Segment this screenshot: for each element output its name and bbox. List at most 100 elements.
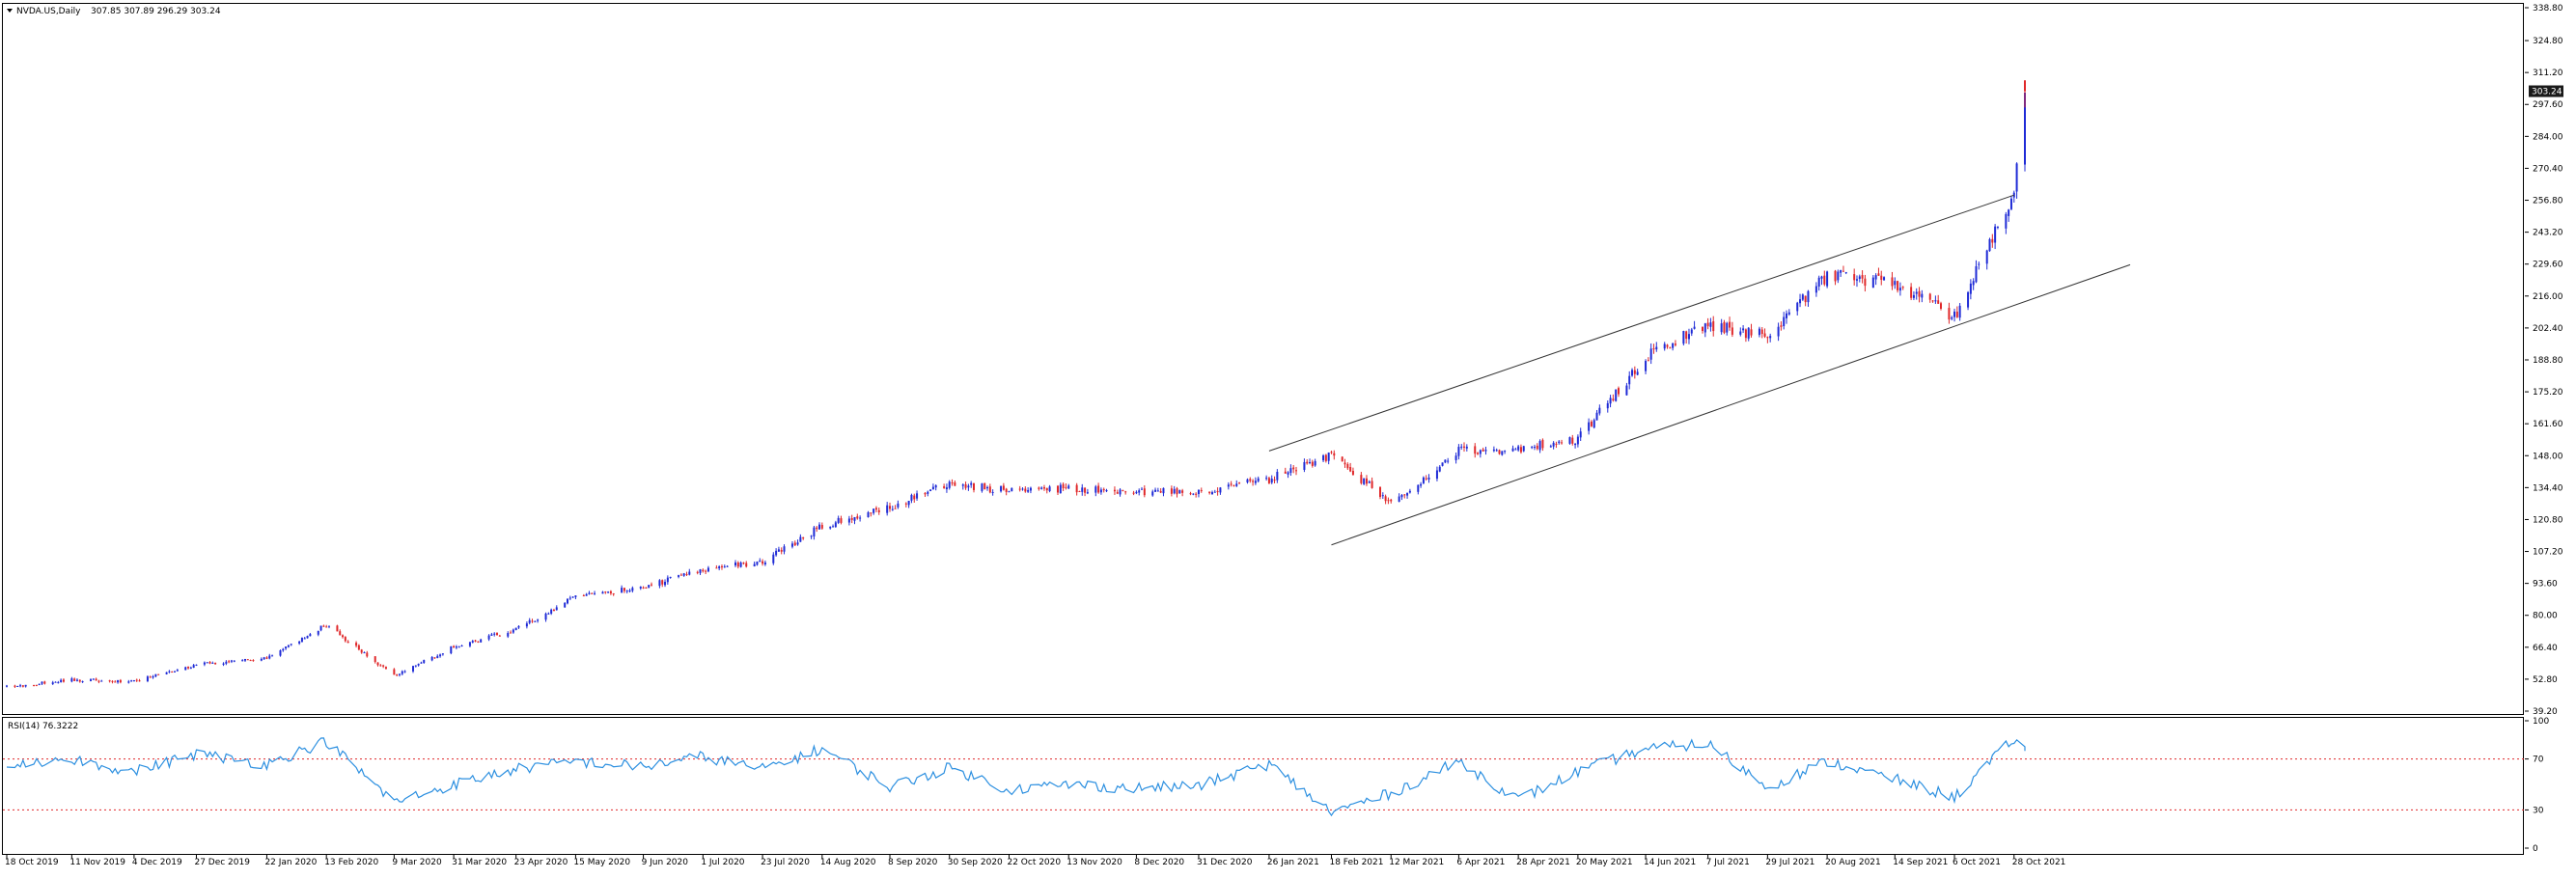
candle-body <box>417 663 420 666</box>
candle-body <box>1555 443 1558 445</box>
candle-body <box>165 672 168 674</box>
candle-body <box>1787 312 1790 315</box>
candle-body <box>1021 488 1024 490</box>
candle-body <box>609 591 612 594</box>
candle-body <box>1939 303 1942 309</box>
candle-body <box>1045 487 1048 491</box>
candle-body <box>439 654 442 657</box>
candle-body <box>1454 455 1457 460</box>
candle-body <box>1636 371 1639 375</box>
candle-body <box>910 494 913 501</box>
candle-body <box>534 620 537 622</box>
candle-body <box>187 666 190 669</box>
candle-body <box>436 655 439 659</box>
candle-body <box>382 665 385 667</box>
candle-body <box>1427 478 1430 480</box>
candle-body <box>1124 491 1127 493</box>
candle-body <box>726 565 729 567</box>
candle-body <box>517 625 520 628</box>
candle-body <box>208 661 211 664</box>
candle-body <box>111 680 114 682</box>
candle-body <box>796 542 799 545</box>
candle-body <box>1219 487 1222 493</box>
candle-body <box>793 542 796 546</box>
candle-body <box>379 665 382 667</box>
candle-body <box>474 640 477 642</box>
candle-body <box>78 679 81 682</box>
time-tick-label: 20 May 2021 <box>1576 858 1633 867</box>
candle-body <box>300 638 303 643</box>
candle-body <box>507 633 510 637</box>
candle-body <box>1246 479 1249 482</box>
candle-body <box>1363 478 1366 484</box>
candle-body <box>1915 291 1918 294</box>
candle-body <box>1647 360 1649 362</box>
candle-body <box>1116 492 1119 494</box>
candle-body <box>376 662 379 666</box>
candle-body <box>214 662 217 665</box>
candle-body <box>1011 487 1013 492</box>
candle-body <box>555 607 558 611</box>
candle-body <box>1425 478 1427 480</box>
candle-body <box>398 673 401 675</box>
candle-body <box>813 527 816 536</box>
candle-body <box>1265 478 1268 480</box>
candle-body <box>1693 326 1696 329</box>
candle-body <box>1709 322 1712 327</box>
candle-body <box>1517 446 1520 451</box>
candle-body <box>1853 274 1856 281</box>
candle-body <box>894 508 897 509</box>
time-tick-label: 14 Sep 2021 <box>1893 858 1948 867</box>
candle-body <box>1729 321 1731 328</box>
candle-body <box>1842 270 1844 272</box>
candle-body <box>1457 447 1460 456</box>
time-tick-label: 1 Jul 2020 <box>701 858 744 867</box>
candle-body <box>988 486 991 493</box>
rsi-label: RSI(14) 76.3222 <box>8 722 78 731</box>
candle-body <box>423 660 426 664</box>
candle-body <box>35 684 38 686</box>
candle-body <box>1579 431 1582 438</box>
candle-body <box>195 664 198 666</box>
candle-body <box>322 625 325 627</box>
candle-body <box>847 518 850 523</box>
candle-body <box>679 574 682 576</box>
candle-body <box>1991 238 1994 243</box>
candle-body <box>1492 449 1495 452</box>
candle-body <box>759 560 762 563</box>
candle-body <box>1504 451 1507 453</box>
candle-body <box>1233 485 1235 487</box>
candle-body <box>783 546 786 552</box>
candle-body <box>471 641 474 643</box>
chart-canvas[interactable]: 338.80 324.80 311.20 297.60 284.00 270.40 256.… <box>0 0 2576 875</box>
candle-body <box>1883 277 1886 281</box>
candle-body <box>1192 493 1195 495</box>
candle-body <box>1807 290 1810 303</box>
candle-body <box>279 650 282 656</box>
candle-body <box>664 581 667 586</box>
candle-body <box>1330 452 1333 453</box>
candle-body <box>149 676 152 678</box>
price-tick-label: 216.00 <box>2533 292 2563 302</box>
candle-body <box>874 508 877 510</box>
candle-body <box>339 631 342 636</box>
candle-body <box>853 517 856 521</box>
candle-body <box>753 563 756 566</box>
candle-body <box>127 681 130 683</box>
candle-body <box>268 655 271 659</box>
price-tick-label: 93.60 <box>2533 580 2558 590</box>
candle-body <box>319 625 322 631</box>
price-tick-label: 66.40 <box>2533 644 2558 653</box>
candle-body <box>907 501 910 506</box>
candle-body <box>588 592 591 594</box>
candle-body <box>913 495 916 500</box>
candle-body <box>1062 483 1065 488</box>
candle-body <box>360 649 363 653</box>
candle-body <box>1669 347 1672 349</box>
candle-body <box>1538 441 1541 451</box>
candle-body <box>1682 331 1685 344</box>
candle-body <box>510 632 512 634</box>
candle-body <box>1322 454 1325 461</box>
candle-body <box>374 656 376 663</box>
candle-body <box>114 681 117 683</box>
